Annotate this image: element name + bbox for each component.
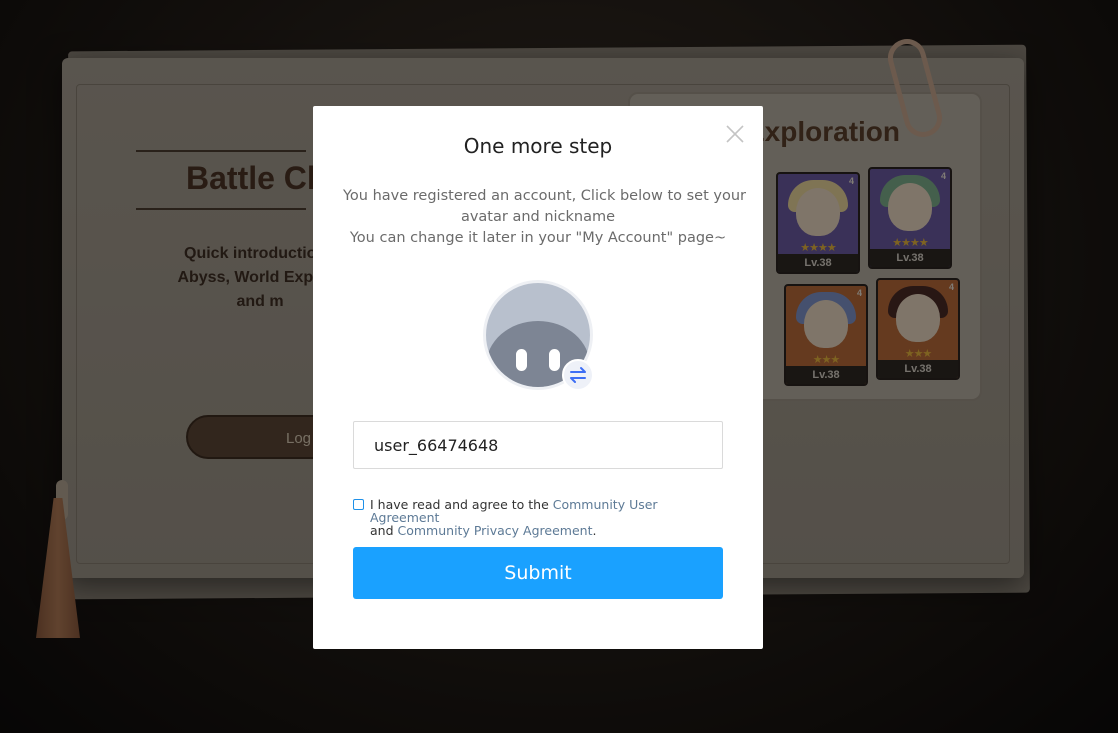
agreement-checkbox[interactable] [353, 499, 364, 510]
nickname-input[interactable] [353, 421, 723, 469]
modal-description: You have registered an account, Click be… [343, 186, 746, 249]
avatar-eye-left [516, 349, 527, 371]
agreement-text: I have read and agree to the Community U… [370, 498, 730, 537]
submit-button[interactable]: Submit [353, 547, 723, 599]
agreement-middle: and [370, 523, 398, 538]
description-line: You can change it later in your "My Acco… [349, 230, 727, 246]
privacy-agreement-link[interactable]: Community Privacy Agreement [398, 523, 593, 538]
modal-title: One more step [463, 134, 613, 158]
setup-profile-modal: One more step You have registered an acc… [313, 106, 763, 649]
agreement-suffix: . [592, 523, 597, 538]
description-line: avatar and nickname [460, 209, 616, 225]
swap-arrows-icon[interactable] [562, 359, 594, 391]
avatar-eye-right [549, 349, 560, 371]
description-line: You have registered an account, Click be… [343, 188, 746, 204]
